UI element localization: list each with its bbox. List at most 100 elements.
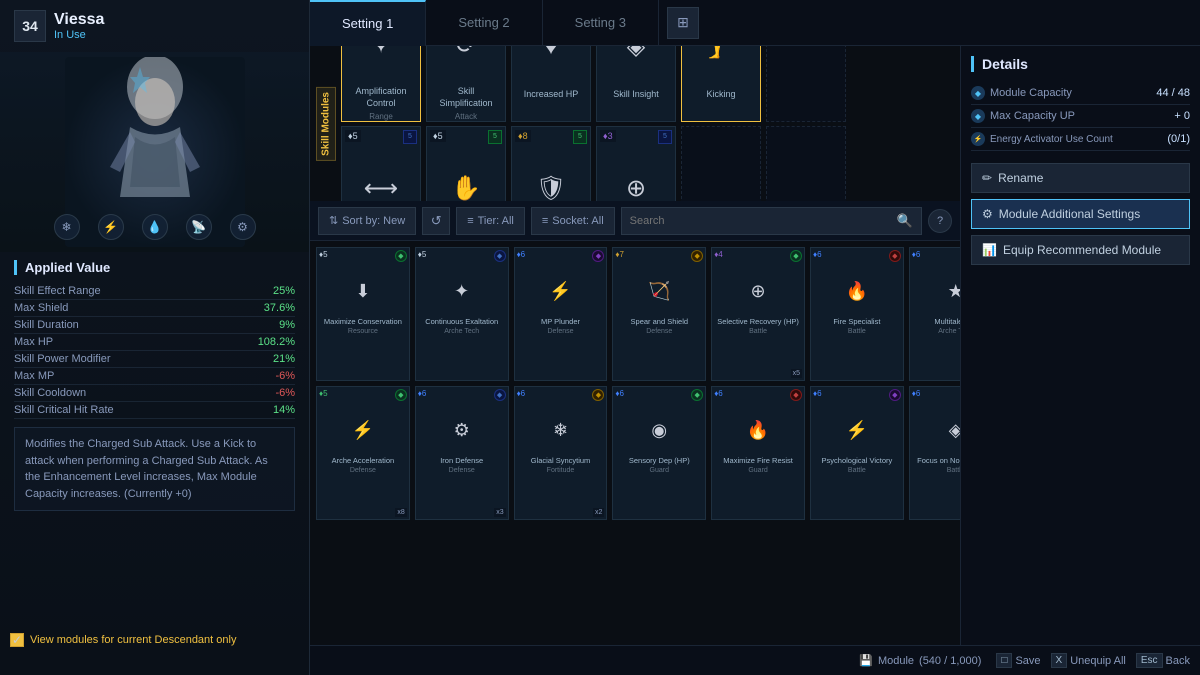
empty-module-slot[interactable] xyxy=(766,126,846,202)
inventory-module-card[interactable]: ♦6 ◆ ⚙ Iron Defense Defense x3 xyxy=(415,386,509,520)
refresh-button[interactable]: ↺ xyxy=(422,207,450,235)
equipped-module-card[interactable]: ♦5 6 ✦ Amplification Control Range xyxy=(341,46,421,122)
module-icon-area: 🛡 xyxy=(521,149,581,202)
equipped-module-card[interactable]: ♦8 5 🛡 Increased Shield xyxy=(511,126,591,202)
equipped-modules-top: Skill Modules ♦5 6 ✦ Amplification Contr… xyxy=(310,46,960,201)
tier-filter-label: Tier: All xyxy=(478,215,514,227)
inv-icon: ❄ xyxy=(538,405,582,455)
inv-sub: Fortitude xyxy=(547,467,575,474)
view-checkbox-row[interactable]: ✓ View modules for current Descendant on… xyxy=(10,633,236,647)
inventory-module-card[interactable]: ♦4 ◆ ⊕ Selective Recovery (HP) Battle x5 xyxy=(711,247,805,381)
portrait-icon-4[interactable]: 📡 xyxy=(186,214,212,240)
inv-tier: ♦6 xyxy=(517,250,526,259)
stat-value: 14% xyxy=(273,404,295,416)
equipped-module-card[interactable]: ♦6 6 ⟳ Skill Simplification Attack xyxy=(426,46,506,122)
view-checkbox[interactable]: ✓ xyxy=(10,633,24,647)
inv-tier: ♦6 xyxy=(912,250,921,259)
max-capacity-label: ◆ Max Capacity UP xyxy=(971,109,1075,123)
help-button[interactable]: ? xyxy=(928,209,952,233)
inventory-module-card[interactable]: ♦5 ◆ ⬇ Maximize Conservation Resource xyxy=(316,247,410,381)
inv-sub: Guard xyxy=(748,467,767,474)
module-name: Skill Simplification xyxy=(427,84,505,111)
search-icon[interactable]: 🔍 xyxy=(897,213,913,229)
inventory-module-card[interactable]: ♦6 ◆ ◉ Sensory Dep (HP) Guard xyxy=(612,386,706,520)
empty-module-slot[interactable] xyxy=(766,46,846,122)
tab-grid-button[interactable]: ⊞ xyxy=(667,7,699,39)
equipped-module-card[interactable]: ♦6 6 ◈ Skill Insight xyxy=(596,46,676,122)
additional-settings-button[interactable]: ⚙ Module Additional Settings xyxy=(971,199,1190,229)
stat-value: 108.2% xyxy=(258,336,295,348)
inventory-module-card[interactable]: ♦5 ◆ ✦ Continuous Exaltation Arche Tech xyxy=(415,247,509,381)
search-input[interactable] xyxy=(630,215,891,227)
equip-recommended-button[interactable]: 📊 Equip Recommended Module xyxy=(971,235,1190,265)
inv-socket: ◆ xyxy=(592,389,604,401)
character-info: Viessa In Use xyxy=(54,11,104,41)
module-name: Amplification Control xyxy=(342,84,420,111)
inv-tier: ♦6 xyxy=(813,389,822,398)
energy-label: ⚡ Energy Activator Use Count xyxy=(971,132,1113,146)
sort-button[interactable]: ⇅ Sort by: New xyxy=(318,207,416,235)
inv-socket: ◆ xyxy=(494,250,506,262)
rename-label: Rename xyxy=(998,171,1043,185)
inventory-module-card[interactable]: ♦6 ◆ ❄ Glacial Syncytium Fortitude x2 xyxy=(514,386,608,520)
inv-socket: ◆ xyxy=(790,250,802,262)
equipped-module-card[interactable]: ♦8 6 ♥ Increased HP xyxy=(511,46,591,122)
equipped-module-card[interactable]: ♦3 5 ⊕ Skill Expansion xyxy=(596,126,676,202)
stat-name: Skill Cooldown xyxy=(14,387,86,399)
save-action[interactable]: □ Save xyxy=(996,653,1040,668)
equip-recommended-label: Equip Recommended Module xyxy=(1003,243,1161,257)
inventory-module-card[interactable]: ♦6 ◆ 🔥 Maximize Fire Resist Guard xyxy=(711,386,805,520)
module-icon: ⟳ xyxy=(441,46,491,70)
stat-row: Skill Duration 9% xyxy=(14,317,295,334)
inventory-module-card[interactable]: ♦6 ◆ 🔥 Fire Specialist Battle xyxy=(810,247,904,381)
applied-value-section: Applied Value Skill Effect Range 25%Max … xyxy=(0,252,309,427)
inventory-module-card[interactable]: ♦6 ◆ ⚡ MP Plunder Defense xyxy=(514,247,608,381)
tab-setting1[interactable]: Setting 1 xyxy=(310,0,426,46)
rename-button[interactable]: ✏ Rename xyxy=(971,163,1190,193)
stat-value: 37.6% xyxy=(264,302,295,314)
inventory-module-card[interactable]: ♦5 ◆ ⚡ Arche Acceleration Defense x8 xyxy=(316,386,410,520)
equipped-module-card[interactable]: ♦0 6 🦵 Kicking xyxy=(681,46,761,122)
equipped-row2: ♦5 5 ⟷ Skill Extension ♦5 5 ✋ Nimble Fin… xyxy=(341,126,954,202)
tier-filter-button[interactable]: ≡ Tier: All xyxy=(456,207,525,235)
back-action[interactable]: Esc Back xyxy=(1136,653,1190,668)
inventory-module-card[interactable]: ♦7 ◆ 🏹 Spear and Shield Defense xyxy=(612,247,706,381)
equipped-modules-section: Skill Modules ♦5 6 ✦ Amplification Contr… xyxy=(310,46,960,201)
portrait-icon-1[interactable]: ❄ xyxy=(54,214,80,240)
count-badge: x2 xyxy=(593,508,604,517)
portrait-icon-5[interactable]: ⚙ xyxy=(230,214,256,240)
unequip-all-action[interactable]: X Unequip All xyxy=(1051,653,1126,668)
inventory-module-card[interactable]: ♦6 ◆ ◈ Focus on Non-Attribute Battle xyxy=(909,386,960,520)
inv-icon: ⚡ xyxy=(341,405,385,455)
portrait-icon-2[interactable]: ⚡ xyxy=(98,214,124,240)
inv-socket: ◆ xyxy=(494,389,506,401)
inv-socket: ◆ xyxy=(889,389,901,401)
portrait-icon-3[interactable]: 💧 xyxy=(142,214,168,240)
equip-recommended-icon: 📊 xyxy=(982,243,997,257)
character-status: In Use xyxy=(54,29,104,41)
socket-filter-button[interactable]: ≡ Socket: All xyxy=(531,207,615,235)
energy-row: ⚡ Energy Activator Use Count (0/1) xyxy=(971,128,1190,151)
module-name: Kicking xyxy=(703,87,738,103)
tab-setting2[interactable]: Setting 2 xyxy=(426,0,542,46)
module-name: Increased HP xyxy=(521,87,582,103)
character-name: Viessa xyxy=(54,11,104,29)
module-icon-area: 🦵 xyxy=(691,46,751,87)
module-icon-area: ✦ xyxy=(351,46,411,84)
inv-name: Multitalented xyxy=(932,316,960,328)
save-key: □ xyxy=(996,653,1012,668)
module-icon-area: ✋ xyxy=(436,149,496,202)
unequip-label: Unequip All xyxy=(1070,655,1126,667)
equipped-module-card[interactable]: ♦5 5 ✋ Nimble Fingers xyxy=(426,126,506,202)
stat-row: Max HP 108.2% xyxy=(14,334,295,351)
inventory-module-card[interactable]: ♦6 ◆ ★ Multitalented Arche Tech xyxy=(909,247,960,381)
inventory-module-card[interactable]: ♦6 ◆ ⚡ Psychological Victory Battle xyxy=(810,386,904,520)
tab-setting3[interactable]: Setting 3 xyxy=(543,0,659,46)
equipped-module-card[interactable]: ♦5 5 ⟷ Skill Extension xyxy=(341,126,421,202)
character-level: 34 xyxy=(14,10,46,42)
module-icon-area: ◈ xyxy=(606,46,666,87)
module-inventory-grid: ♦5 ◆ ⬇ Maximize Conservation Resource ♦5… xyxy=(310,241,960,526)
empty-module-slot[interactable] xyxy=(681,126,761,202)
inv-tier: ♦6 xyxy=(813,250,822,259)
inv-tier: ♦5 xyxy=(319,250,328,259)
